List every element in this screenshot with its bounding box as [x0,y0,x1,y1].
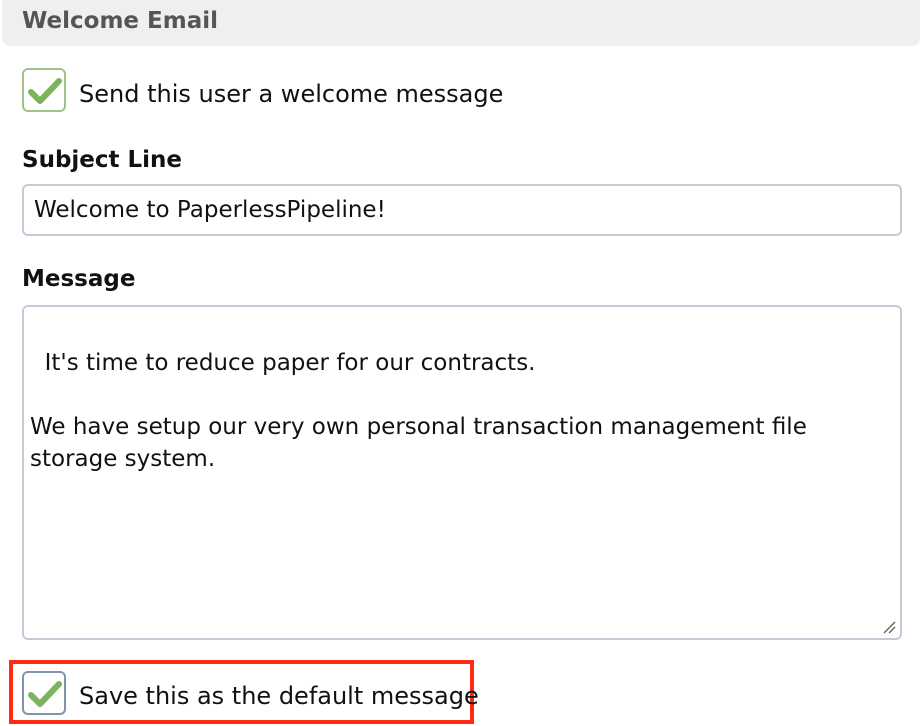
send-welcome-label[interactable]: Send this user a welcome message [79,80,503,108]
section-title: Welcome Email [22,8,219,34]
save-default-label[interactable]: Save this as the default message [79,682,479,710]
message-textarea[interactable]: It's time to reduce paper for our contra… [22,305,902,640]
checkmark-icon [28,681,62,707]
subject-line-label: Subject Line [22,147,183,173]
message-text: It's time to reduce paper for our contra… [30,350,807,472]
checkmark-icon [28,78,62,104]
save-default-checkbox[interactable] [22,671,66,715]
section-header: Welcome Email [2,0,920,46]
resize-handle-icon[interactable] [882,620,896,634]
message-label: Message [22,266,136,292]
subject-line-input[interactable] [22,184,902,236]
send-welcome-checkbox[interactable] [22,68,66,112]
